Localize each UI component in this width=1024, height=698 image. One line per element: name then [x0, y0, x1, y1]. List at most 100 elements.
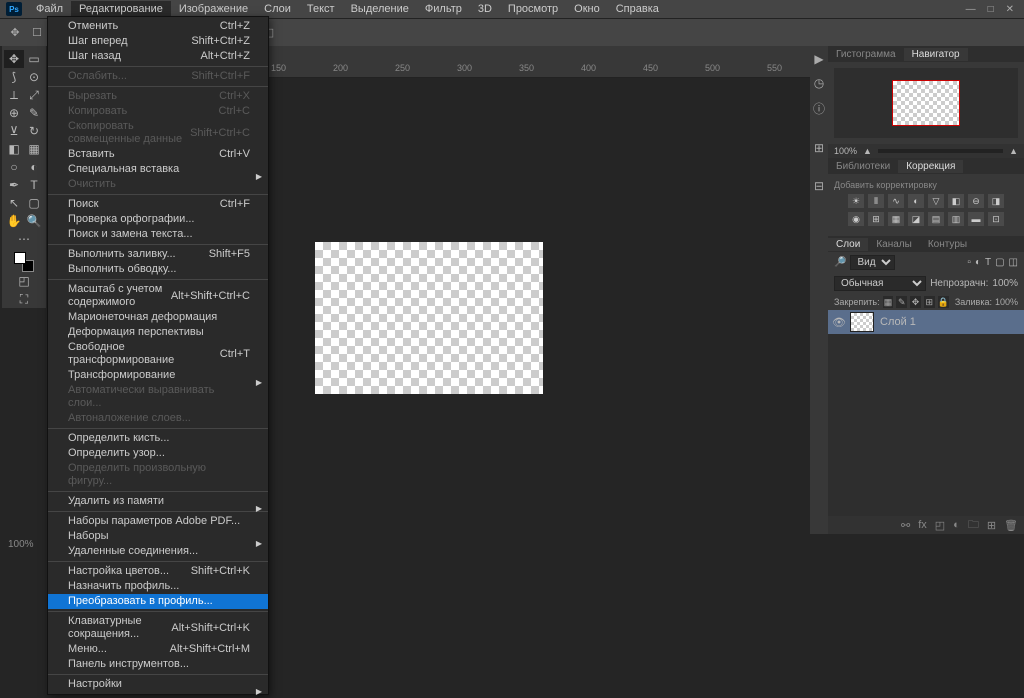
selective-color-icon[interactable]: ⊡ — [988, 212, 1004, 226]
tab-histogram[interactable]: Гистограмма — [828, 48, 904, 61]
lasso-tool[interactable]: ⟆ — [4, 68, 24, 86]
stamp-tool[interactable]: ⊻ — [4, 122, 24, 140]
fill-value[interactable]: 100% — [995, 297, 1018, 307]
adjustment-layer-icon[interactable]: ◐ — [953, 519, 960, 531]
character-icon[interactable]: ⊟ — [814, 179, 824, 193]
menu-item[interactable]: Шаг назадAlt+Ctrl+Z — [48, 49, 268, 64]
bw-icon[interactable]: ◨ — [988, 194, 1004, 208]
lock-transparency-icon[interactable]: ▦ — [883, 296, 894, 308]
layer-filter-select[interactable]: Вид — [850, 255, 895, 270]
opacity-value[interactable]: 100% — [992, 278, 1018, 289]
menu-item[interactable]: Назначить профиль... — [48, 579, 268, 594]
channel-mixer-icon[interactable]: ⊞ — [868, 212, 884, 226]
eyedropper-tool[interactable]: ⤢ — [24, 86, 44, 104]
menu-item[interactable]: Удаленные соединения... — [48, 544, 268, 559]
menu-item[interactable]: Наборы — [48, 529, 268, 544]
zoom-out-icon[interactable]: ▲ — [863, 146, 872, 156]
menu-просмотр[interactable]: Просмотр — [500, 1, 566, 17]
tab-libraries[interactable]: Библиотеки — [828, 160, 898, 173]
curves-icon[interactable]: ∿ — [888, 194, 904, 208]
menu-item[interactable]: Меню...Alt+Shift+Ctrl+M — [48, 642, 268, 657]
menu-текст[interactable]: Текст — [299, 1, 343, 17]
screen-mode-toggle[interactable]: ⛶ — [14, 290, 34, 308]
navigator-preview[interactable] — [834, 68, 1018, 138]
quick-select-tool[interactable]: ⊙ — [24, 68, 44, 86]
eraser-tool[interactable]: ◧ — [4, 140, 24, 158]
history-brush-tool[interactable]: ↻ — [24, 122, 44, 140]
menu-редактирование[interactable]: Редактирование — [71, 1, 171, 17]
zoom-tool[interactable]: 🔍 — [24, 212, 44, 230]
filter-adjust-icon[interactable]: ◐ — [975, 257, 981, 268]
menu-item[interactable]: Преобразовать в профиль... — [48, 594, 268, 609]
menu-item[interactable]: Специальная вставка — [48, 162, 268, 177]
dodge-tool[interactable]: ◐ — [24, 158, 44, 176]
menu-item[interactable]: Выполнить обводку... — [48, 262, 268, 277]
tab-navigator[interactable]: Навигатор — [904, 48, 968, 61]
lock-all-icon[interactable]: 🔒 — [938, 296, 949, 308]
filter-smart-icon[interactable]: ◫ — [1009, 257, 1018, 268]
tab-layers[interactable]: Слои — [828, 238, 868, 251]
auto-select-checkbox[interactable]: ☐ — [30, 26, 44, 40]
move-tool[interactable]: ✥ — [4, 50, 24, 68]
minimize-icon[interactable]: ― — [966, 4, 976, 15]
menu-item[interactable]: Определить кисть... — [48, 431, 268, 446]
info-icon[interactable]: ⓘ — [813, 100, 825, 117]
path-tool[interactable]: ↖ — [4, 194, 24, 212]
marquee-tool[interactable]: ▭ — [24, 50, 44, 68]
close-icon[interactable]: ✕ — [1006, 4, 1014, 15]
menu-item[interactable]: Масштаб с учетом содержимогоAlt+Shift+Ct… — [48, 282, 268, 310]
brush-tool[interactable]: ✎ — [24, 104, 44, 122]
menu-файл[interactable]: Файл — [28, 1, 71, 17]
menu-item[interactable]: Марионеточная деформация — [48, 310, 268, 325]
menu-слои[interactable]: Слои — [256, 1, 299, 17]
search-icon[interactable]: 🔎 — [834, 257, 846, 268]
visibility-icon[interactable]: 👁 — [832, 316, 844, 329]
menu-фильтр[interactable]: Фильтр — [417, 1, 470, 17]
menu-item[interactable]: Деформация перспективы — [48, 325, 268, 340]
color-balance-icon[interactable]: ⊖ — [968, 194, 984, 208]
play-icon[interactable]: ▶ — [814, 52, 823, 66]
link-layers-icon[interactable]: ⚯ — [901, 519, 910, 532]
edit-toolbar[interactable]: ⋯ — [14, 230, 34, 248]
crop-tool[interactable]: ⟂ — [4, 86, 24, 104]
tab-adjustments[interactable]: Коррекция — [898, 160, 963, 173]
menu-item[interactable]: Удалить из памяти — [48, 494, 268, 509]
vibrance-icon[interactable]: ▽ — [928, 194, 944, 208]
properties-icon[interactable]: ⊞ — [814, 141, 824, 155]
filter-images-icon[interactable]: ▫ — [967, 257, 971, 268]
lock-artboard-icon[interactable]: ⊞ — [924, 296, 935, 308]
menu-item[interactable]: Наборы параметров Adobe PDF... — [48, 514, 268, 529]
group-icon[interactable]: 🗀 — [968, 516, 979, 535]
menu-item[interactable]: Выполнить заливку...Shift+F5 — [48, 247, 268, 262]
zoom-in-icon[interactable]: ▲ — [1009, 146, 1018, 156]
brightness-icon[interactable]: ☀ — [848, 194, 864, 208]
menu-выделение[interactable]: Выделение — [343, 1, 417, 17]
levels-icon[interactable]: ⫴ — [868, 194, 884, 208]
exposure-icon[interactable]: ◐ — [908, 194, 924, 208]
zoom-slider-track[interactable] — [878, 149, 1003, 153]
layer-thumbnail[interactable] — [850, 312, 874, 332]
foreground-color-swatch[interactable] — [14, 252, 26, 264]
menu-справка[interactable]: Справка — [608, 1, 667, 17]
type-tool[interactable]: T — [24, 176, 44, 194]
menu-item[interactable]: Шаг впередShift+Ctrl+Z — [48, 34, 268, 49]
filter-type-icon[interactable]: T — [985, 257, 991, 268]
filter-shape-icon[interactable]: ▢ — [995, 257, 1004, 268]
move-tool-preset-icon[interactable]: ✥ — [8, 26, 22, 40]
menu-окно[interactable]: Окно — [566, 1, 608, 17]
menu-item[interactable]: Свободное трансформированиеCtrl+T — [48, 340, 268, 368]
pen-tool[interactable]: ✒ — [4, 176, 24, 194]
color-lookup-icon[interactable]: ▦ — [888, 212, 904, 226]
new-layer-icon[interactable]: ⊞ — [987, 519, 996, 532]
menu-item[interactable]: Поиск и замена текста... — [48, 227, 268, 242]
layer-name[interactable]: Слой 1 — [880, 316, 916, 328]
lock-pixels-icon[interactable]: ✎ — [896, 296, 907, 308]
menu-item[interactable]: Клавиатурные сокращения...Alt+Shift+Ctrl… — [48, 614, 268, 642]
menu-item[interactable]: ОтменитьCtrl+Z — [48, 19, 268, 34]
menu-item[interactable]: Настройка цветов...Shift+Ctrl+K — [48, 564, 268, 579]
tab-paths[interactable]: Контуры — [920, 238, 975, 251]
photo-filter-icon[interactable]: ◉ — [848, 212, 864, 226]
navigator-thumbnail[interactable] — [892, 80, 960, 126]
healing-tool[interactable]: ⊕ — [4, 104, 24, 122]
menu-item[interactable]: Проверка орфографии... — [48, 212, 268, 227]
